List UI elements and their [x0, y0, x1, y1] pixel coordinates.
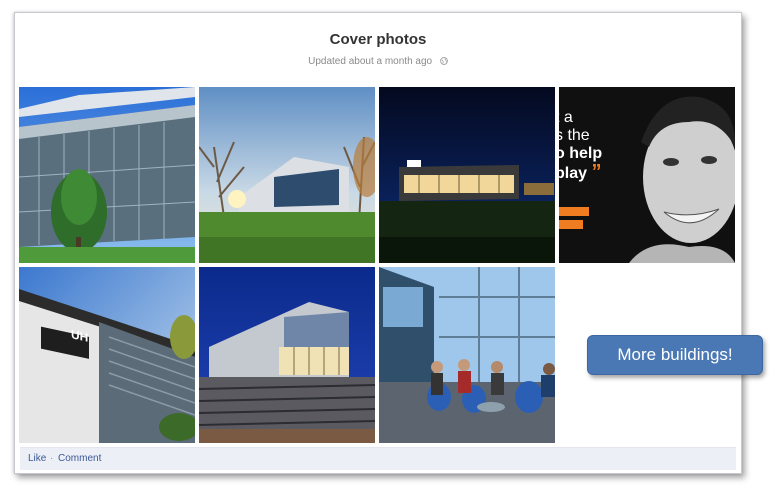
banner-line-4-text: play — [559, 165, 588, 182]
photo-dusk-building-image — [199, 267, 375, 443]
banner-line-2: s the — [559, 127, 590, 144]
comment-link[interactable]: Comment — [58, 453, 101, 464]
banner-quote-mark: ” — [591, 161, 602, 183]
photo-sunset-building-image — [199, 87, 375, 263]
photo-sunset-building[interactable] — [199, 87, 375, 263]
photo-students-atrium[interactable] — [379, 267, 555, 443]
photo-student-banner[interactable]: t a s the o help play ” — [559, 87, 735, 263]
like-link[interactable]: Like — [28, 453, 46, 464]
banner-line-4: play ” — [559, 161, 602, 183]
album-footer: Like · Comment — [20, 447, 736, 470]
photo-students-atrium-image — [379, 267, 555, 443]
cover-photos-album-card: Cover photos Updated about a month ago a… — [14, 12, 742, 474]
photo-night-building-image — [379, 87, 555, 263]
photo-night-building[interactable] — [379, 87, 555, 263]
photo-uh-sign-building[interactable]: UH — [19, 267, 195, 443]
more-buildings-callout: More buildings! — [587, 335, 763, 375]
photo-glass-building-image — [19, 87, 195, 263]
album-updated-line: Updated about a month ago — [15, 56, 741, 67]
banner-line-1: t a — [559, 109, 573, 126]
album-title: Cover photos — [329, 31, 427, 48]
photo-dusk-building[interactable] — [199, 267, 375, 443]
footer-separator: · — [50, 453, 54, 464]
album-updated-text: Updated about a month ago — [308, 56, 433, 67]
banner-text-block: t a s the o help play ” — [559, 109, 602, 183]
globe-icon — [440, 57, 448, 65]
photo-glass-building[interactable] — [19, 87, 195, 263]
photo-uh-sign-building-image — [19, 267, 195, 443]
